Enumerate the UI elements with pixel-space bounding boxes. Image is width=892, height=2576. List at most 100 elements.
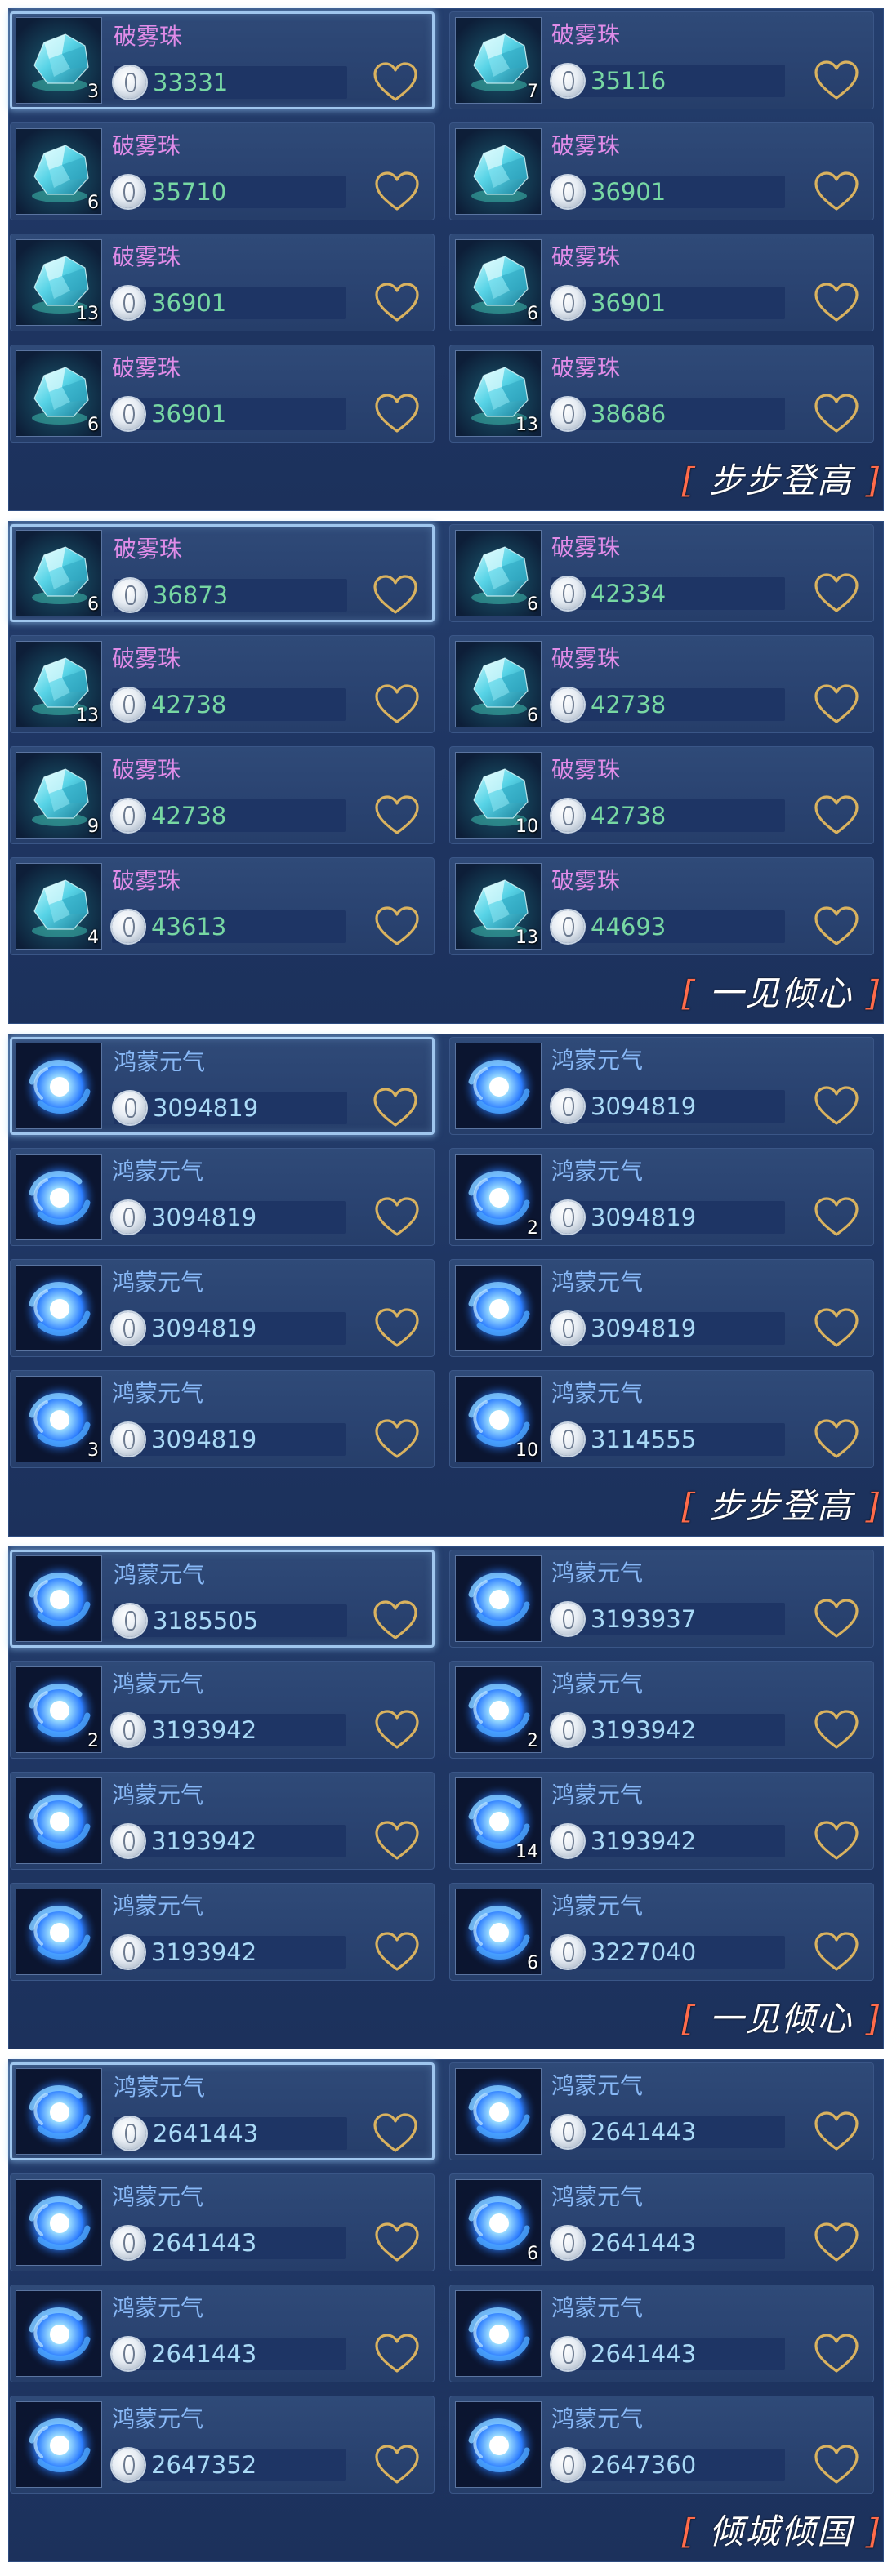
item-card[interactable]: 4 破雾珠 43613 [10,857,435,955]
favorite-heart-icon[interactable] [372,1087,419,1129]
price-bar: 3094819 [551,1312,785,1345]
item-card[interactable]: 鸿蒙元气 3094819 [10,1037,435,1135]
item-card[interactable]: 鸿蒙元气 3094819 [10,1259,435,1357]
favorite-heart-icon[interactable] [813,683,860,726]
item-card[interactable]: 鸿蒙元气 3193942 [10,1772,435,1870]
favorite-heart-icon[interactable] [813,1307,860,1350]
item-card[interactable]: 2 鸿蒙元气 3094819 [449,1148,874,1246]
item-card[interactable]: 破雾珠 36901 [449,122,874,220]
item-card[interactable]: 鸿蒙元气 2641443 [449,2062,874,2160]
item-count: 6 [527,594,538,615]
item-card[interactable]: 鸿蒙元气 2641443 [10,2062,435,2160]
favorite-heart-icon[interactable] [373,2222,421,2264]
price-bar: 3094819 [114,1092,347,1124]
favorite-heart-icon[interactable] [813,171,860,213]
favorite-heart-icon[interactable] [813,905,860,948]
favorite-heart-icon[interactable] [373,1418,421,1461]
favorite-heart-icon[interactable] [373,2333,421,2375]
favorite-heart-icon[interactable] [373,171,421,213]
item-card[interactable]: 鸿蒙元气 3185505 [10,1550,435,1648]
item-card[interactable]: 6 鸿蒙元气 3227040 [449,1883,874,1981]
favorite-heart-icon[interactable] [813,2111,860,2153]
item-name: 破雾珠 [551,534,621,561]
favorite-heart-icon[interactable] [373,282,421,324]
item-card[interactable]: 6 破雾珠 36873 [10,524,435,622]
item-card[interactable]: 10 破雾珠 42738 [449,746,874,844]
favorite-heart-icon[interactable] [813,794,860,837]
item-card[interactable]: 鸿蒙元气 2641443 [10,2285,435,2382]
item-card[interactable]: 6 破雾珠 36901 [449,234,874,331]
item-card[interactable]: 7 破雾珠 35116 [449,11,874,109]
favorite-heart-icon[interactable] [373,683,421,726]
item-card[interactable]: 鸿蒙元气 3094819 [449,1259,874,1357]
item-card[interactable]: 鸿蒙元气 3193942 [10,1883,435,1981]
item-card[interactable]: 鸿蒙元气 2641443 [449,2285,874,2382]
favorite-heart-icon[interactable] [813,572,860,615]
favorite-heart-icon[interactable] [813,1196,860,1239]
favorite-heart-icon[interactable] [372,2112,419,2155]
item-price: 3185505 [153,1607,259,1635]
crystal-icon [455,128,542,215]
favorite-heart-icon[interactable] [813,2444,860,2486]
item-card[interactable]: 6 破雾珠 42738 [449,635,874,733]
item-card[interactable]: 9 破雾珠 42738 [10,746,435,844]
coin-icon [551,287,584,319]
price-bar: 3193942 [112,1936,346,1969]
item-card[interactable]: 6 破雾珠 42334 [449,524,874,622]
favorite-heart-icon[interactable] [813,2222,860,2264]
item-card[interactable]: 2 鸿蒙元气 3193942 [10,1661,435,1759]
favorite-heart-icon[interactable] [373,1709,421,1751]
item-card[interactable]: 6 鸿蒙元气 2641443 [449,2173,874,2271]
favorite-heart-icon[interactable] [813,1085,860,1128]
favorite-heart-icon[interactable] [373,2444,421,2486]
item-card[interactable]: 6 破雾珠 35710 [10,122,435,220]
favorite-heart-icon[interactable] [813,1598,860,1640]
item-price: 3094819 [591,1203,697,1231]
favorite-heart-icon[interactable] [373,393,421,435]
item-card[interactable]: 鸿蒙元气 2647360 [449,2396,874,2494]
swirl-icon [16,1555,102,1642]
favorite-heart-icon[interactable] [813,1418,860,1461]
favorite-heart-icon[interactable] [813,1709,860,1751]
favorite-heart-icon[interactable] [813,60,860,102]
item-price: 2647360 [591,2451,697,2479]
price-bar: 35710 [112,176,346,208]
favorite-heart-icon[interactable] [373,1196,421,1239]
item-card[interactable]: 鸿蒙元气 3094819 [449,1037,874,1135]
swirl-icon: 14 [455,1777,542,1864]
favorite-heart-icon[interactable] [372,1599,419,1642]
item-card[interactable]: 6 破雾珠 36901 [10,345,435,443]
item-card[interactable]: 鸿蒙元气 3193937 [449,1550,874,1648]
favorite-heart-icon[interactable] [373,1307,421,1350]
item-card[interactable]: 3 鸿蒙元气 3094819 [10,1370,435,1468]
item-name: 破雾珠 [112,354,181,381]
item-card[interactable]: 14 鸿蒙元气 3193942 [449,1772,874,1870]
favorite-heart-icon[interactable] [813,1820,860,1862]
favorite-heart-icon[interactable] [813,1931,860,1973]
item-card[interactable]: 13 破雾珠 36901 [10,234,435,331]
item-card[interactable]: 10 鸿蒙元气 3114555 [449,1370,874,1468]
favorite-heart-icon[interactable] [373,1820,421,1862]
favorite-heart-icon[interactable] [813,282,860,324]
item-card[interactable]: 13 破雾珠 42738 [10,635,435,733]
favorite-heart-icon[interactable] [373,905,421,948]
item-price: 3094819 [591,1315,697,1342]
swirl-icon [455,2401,542,2488]
coin-icon [551,1312,584,1345]
swirl-icon: 6 [455,2179,542,2266]
favorite-heart-icon[interactable] [373,1931,421,1973]
favorite-heart-icon[interactable] [813,393,860,435]
item-card[interactable]: 鸿蒙元气 3094819 [10,1148,435,1246]
item-card[interactable]: 13 破雾珠 44693 [449,857,874,955]
item-card[interactable]: 2 鸿蒙元气 3193942 [449,1661,874,1759]
favorite-heart-icon[interactable] [372,61,419,104]
item-card[interactable]: 13 破雾珠 38686 [449,345,874,443]
item-card[interactable]: 3 破雾珠 33331 [10,11,435,109]
favorite-heart-icon[interactable] [813,2333,860,2375]
coin-icon [112,1714,145,1746]
favorite-heart-icon[interactable] [373,794,421,837]
favorite-heart-icon[interactable] [372,574,419,616]
price-bar: 36901 [551,176,785,208]
item-card[interactable]: 鸿蒙元气 2641443 [10,2173,435,2271]
item-card[interactable]: 鸿蒙元气 2647352 [10,2396,435,2494]
